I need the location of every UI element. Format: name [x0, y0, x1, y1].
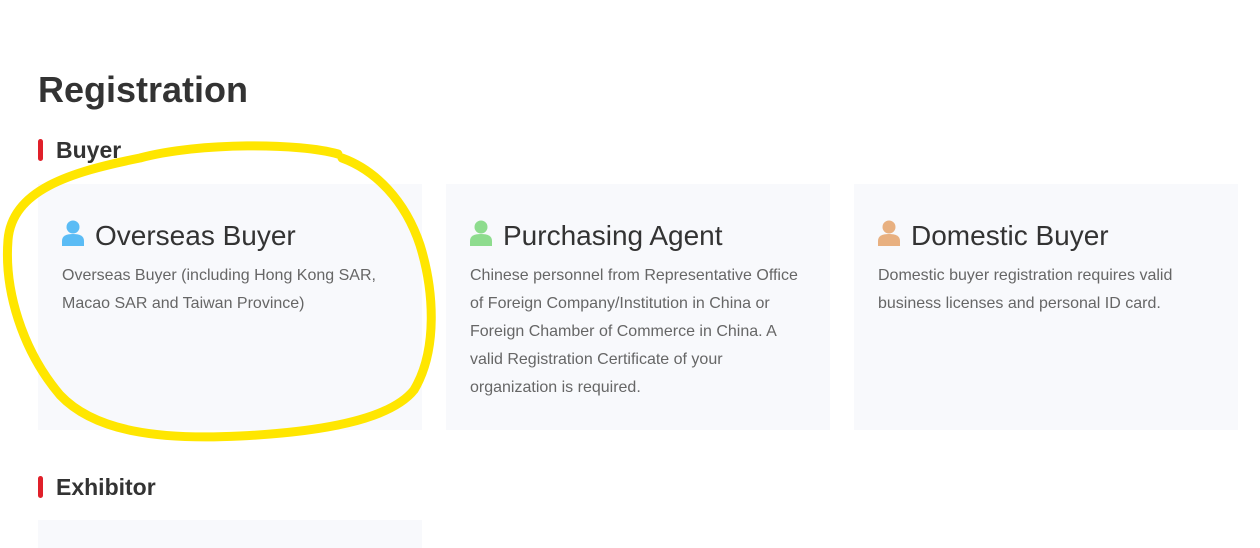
card-title: Purchasing Agent [503, 220, 723, 251]
person-icon [878, 220, 900, 246]
section-label-buyer: Buyer [56, 137, 122, 163]
section-label-exhibitor: Exhibitor [56, 474, 156, 500]
section-heading-exhibitor: Exhibitor [38, 475, 156, 499]
page-title: Registration [38, 69, 249, 110]
section-accent-bar [38, 476, 43, 498]
section-heading-buyer: Buyer [38, 138, 121, 162]
card-exhibitor-partial[interactable] [38, 520, 422, 548]
registration-page: Registration Buyer Overseas Buyer Overse… [0, 0, 1260, 548]
card-description: Chinese personnel from Representative Of… [470, 267, 798, 396]
card-title-row: Domestic Buyer [878, 218, 1214, 254]
card-title: Overseas Buyer [95, 220, 296, 251]
card-title-row: Overseas Buyer [62, 218, 398, 254]
person-icon [470, 220, 492, 246]
card-description: Domestic buyer registration requires val… [878, 267, 1173, 312]
card-purchasing-agent[interactable]: Purchasing Agent Chinese personnel from … [446, 184, 830, 430]
person-icon [62, 220, 84, 246]
card-overseas-buyer[interactable]: Overseas Buyer Overseas Buyer (including… [38, 184, 422, 430]
card-domestic-buyer[interactable]: Domestic Buyer Domestic buyer registrati… [854, 184, 1238, 430]
card-description: Overseas Buyer (including Hong Kong SAR,… [62, 267, 376, 312]
card-title-row: Purchasing Agent [470, 218, 806, 254]
card-title: Domestic Buyer [911, 220, 1109, 251]
section-accent-bar [38, 139, 43, 161]
